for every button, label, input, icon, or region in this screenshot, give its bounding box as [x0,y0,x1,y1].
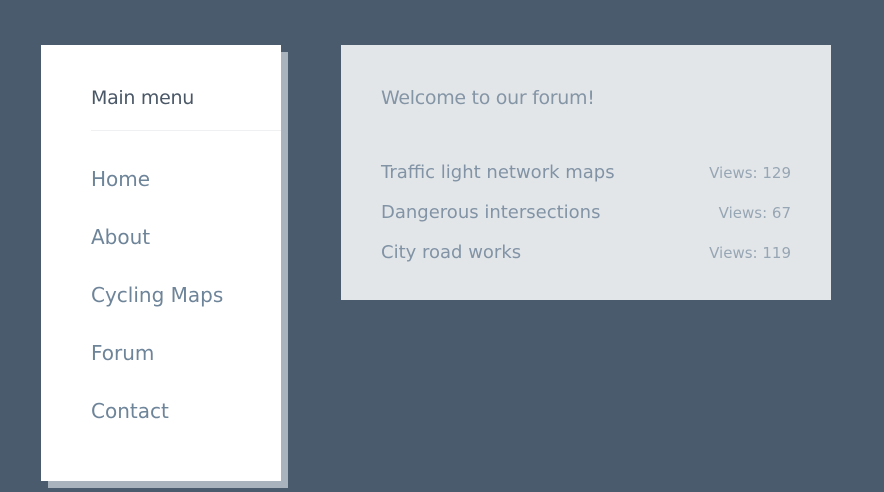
forum-topic-list: Traffic light network maps Views: 129 Da… [381,160,791,280]
forum-topic-views: Views: 119 [709,244,791,262]
menu-item-home[interactable]: Home [91,165,223,223]
forum-topic-row: City road works Views: 119 [381,240,791,280]
menu-list: Home About Cycling Maps Forum Contact [91,165,223,455]
forum-topic-row: Traffic light network maps Views: 129 [381,160,791,200]
menu-item-about[interactable]: About [91,223,223,281]
menu-divider [91,130,281,131]
menu-item-forum[interactable]: Forum [91,339,223,397]
forum-panel: Welcome to our forum! Traffic light netw… [341,45,831,300]
main-menu: Main menu Home About Cycling Maps Forum … [41,45,281,481]
forum-topic-link[interactable]: Dangerous intersections [381,200,600,226]
forum-title: Welcome to our forum! [381,87,595,109]
menu-item-cycling-maps[interactable]: Cycling Maps [91,281,223,339]
forum-topic-row: Dangerous intersections Views: 67 [381,200,791,240]
menu-title: Main menu [91,87,194,109]
forum-topic-link[interactable]: City road works [381,240,521,266]
menu-item-contact[interactable]: Contact [91,397,223,455]
forum-topic-views: Views: 67 [718,204,791,222]
forum-topic-link[interactable]: Traffic light network maps [381,160,615,186]
forum-topic-views: Views: 129 [709,164,791,182]
